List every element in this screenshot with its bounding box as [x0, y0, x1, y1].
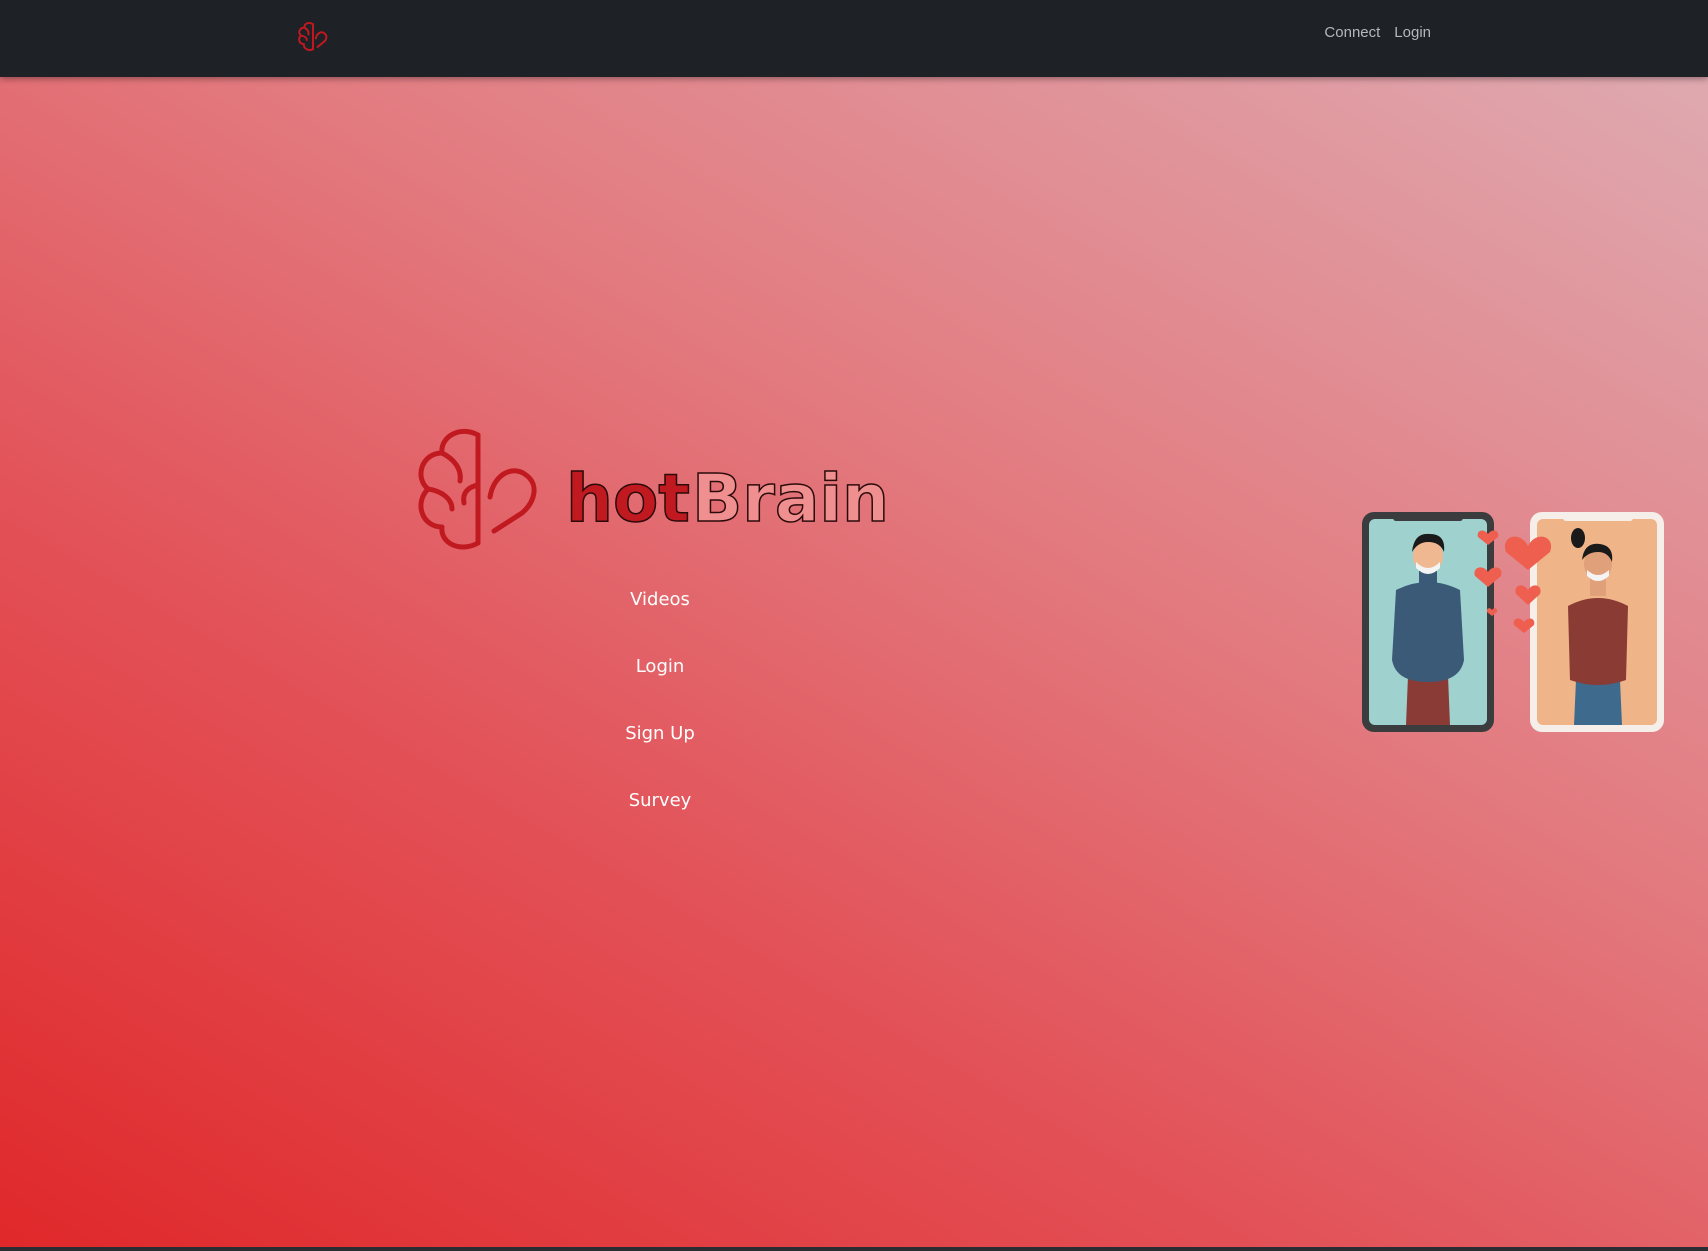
- brain-heart-icon[interactable]: [296, 20, 330, 54]
- menu-videos-link[interactable]: Videos: [560, 588, 760, 655]
- brand-logo: hot Brain: [418, 428, 890, 550]
- nav-connect-link[interactable]: Connect: [1324, 24, 1380, 41]
- bottom-edge: [0, 1247, 1708, 1251]
- brand-text-hot: hot: [566, 460, 690, 537]
- brand-text-brain: Brain: [692, 460, 889, 537]
- brain-heart-icon: [418, 428, 537, 550]
- top-navbar: Connect Login: [0, 0, 1708, 77]
- left-phone: [1362, 512, 1494, 732]
- main-menu: Videos Login Sign Up Survey: [560, 588, 760, 856]
- menu-survey-link[interactable]: Survey: [560, 789, 760, 856]
- menu-signup-link[interactable]: Sign Up: [560, 722, 760, 789]
- nav-login-link[interactable]: Login: [1394, 24, 1431, 41]
- video-dating-phones-illustration: [1362, 512, 1664, 732]
- nav-links: Connect Login: [1324, 24, 1431, 41]
- menu-login-link[interactable]: Login: [560, 655, 760, 722]
